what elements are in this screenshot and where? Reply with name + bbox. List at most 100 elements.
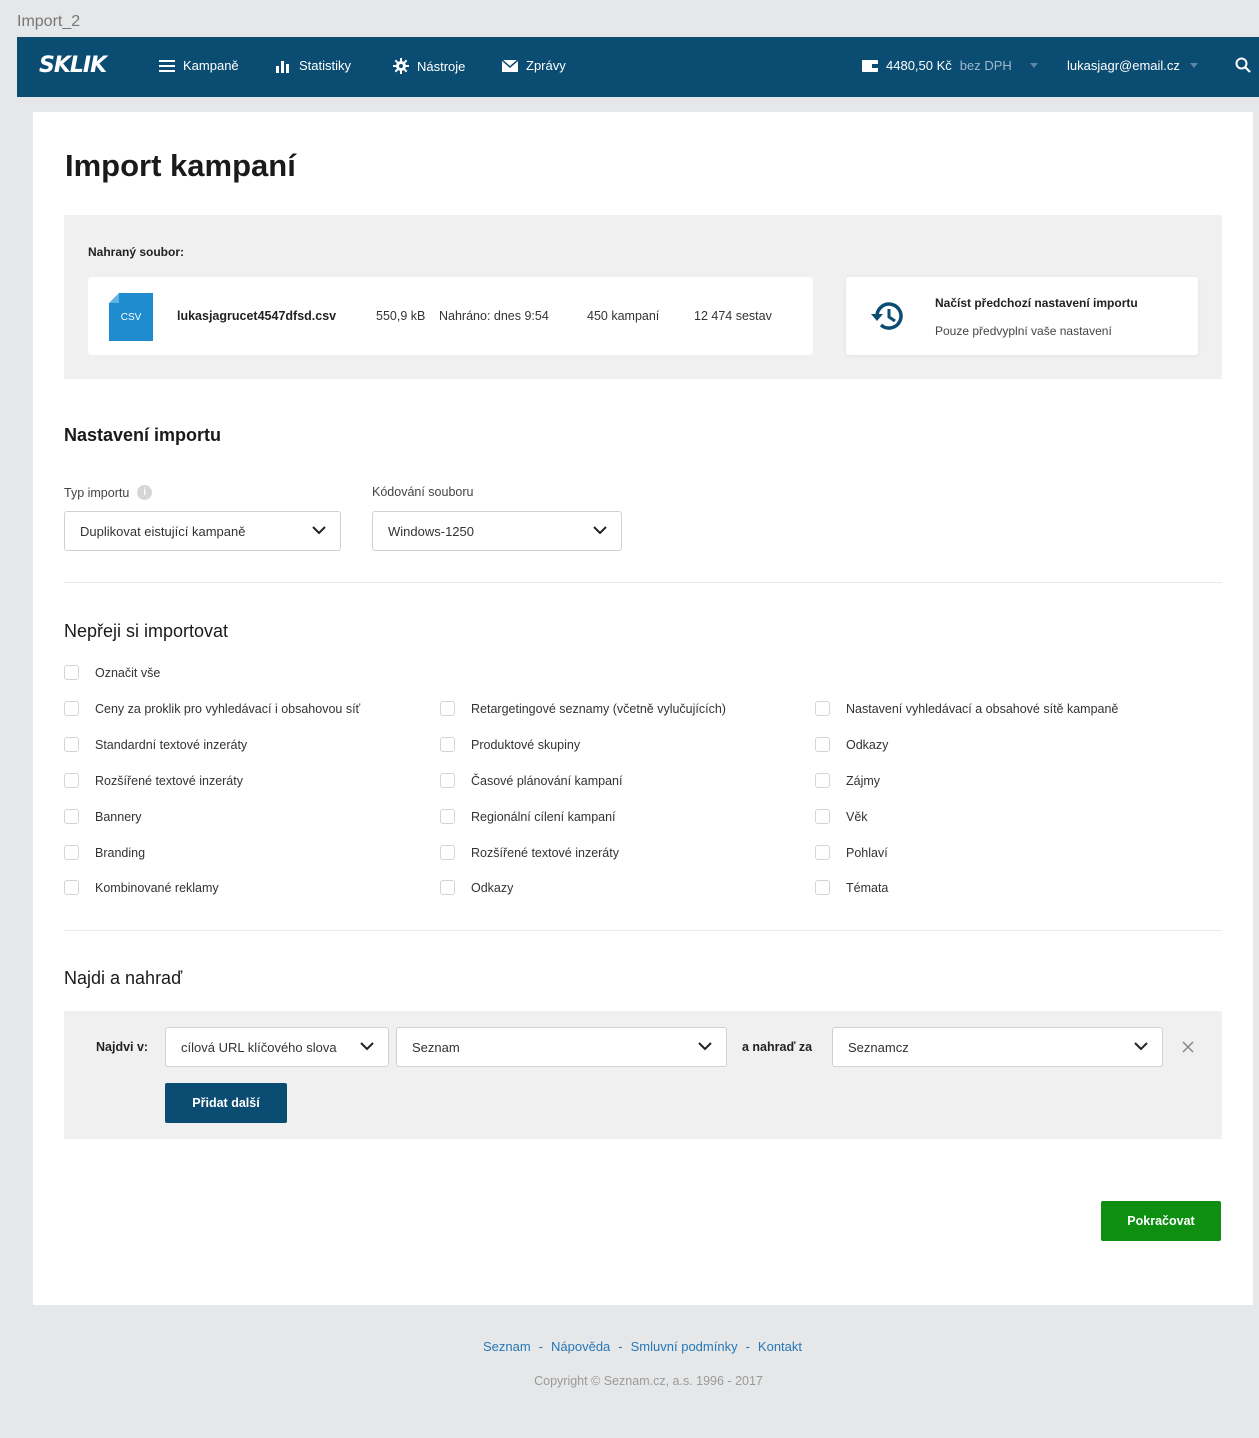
checkbox-item[interactable]: Pohlaví xyxy=(815,845,888,860)
checkbox-label: Branding xyxy=(95,845,146,860)
checkbox-item[interactable]: Odkazy xyxy=(440,880,513,895)
checkbox-item[interactable]: Branding xyxy=(64,845,145,860)
checkbox-item[interactable]: Témata xyxy=(815,880,888,895)
checkbox-item[interactable]: Nastavení vyhledávací a obsahové sítě ka… xyxy=(815,701,1118,716)
search-button[interactable] xyxy=(1235,57,1251,78)
file-type: CSV xyxy=(120,311,142,323)
checkbox-item[interactable]: Věk xyxy=(815,809,868,824)
info-icon[interactable]: i xyxy=(137,485,153,500)
checkbox-item[interactable]: Odkazy xyxy=(815,737,888,752)
nav-item-label: Statistiky xyxy=(299,58,352,73)
envelope-icon xyxy=(502,59,518,72)
encoding-value: Windows-1250 xyxy=(388,523,474,539)
checkbox[interactable] xyxy=(440,845,455,860)
continue-button[interactable]: Pokračovat xyxy=(1101,1201,1221,1241)
select-all-checkbox[interactable]: Označit vše xyxy=(64,665,160,680)
checkbox[interactable] xyxy=(815,773,830,788)
nav-item-zpravy[interactable]: Zprávy xyxy=(502,58,566,73)
checkbox-label: Nastavení vyhledávací a obsahové sítě ka… xyxy=(846,701,1119,716)
checkbox[interactable] xyxy=(64,701,79,716)
sklik-logo[interactable]: SKLIK xyxy=(39,53,107,78)
checkbox[interactable] xyxy=(64,880,79,895)
user-email: lukasjagr@email.cz xyxy=(1067,58,1180,73)
divider xyxy=(64,930,1222,931)
checkbox-item[interactable]: Rozšířené textové inzeráty xyxy=(440,845,619,860)
checkbox[interactable] xyxy=(64,809,79,824)
checkbox-item[interactable]: Ceny za proklik pro vyhledávací i obsaho… xyxy=(64,701,360,716)
chevron-down-icon xyxy=(360,1042,374,1051)
checkbox[interactable] xyxy=(440,809,455,824)
credit-balance[interactable]: 4480,50 Kč bez DPH xyxy=(862,58,1038,73)
checkbox-item[interactable]: Standardní textové inzeráty xyxy=(64,737,247,752)
checkbox-item[interactable]: Rozšířené textové inzeráty xyxy=(64,773,243,788)
restore-title: Načíst předchozí nastavení importu xyxy=(935,296,1138,310)
user-menu[interactable]: lukasjagr@email.cz xyxy=(1067,58,1198,73)
footer-link-napoveda[interactable]: Nápověda xyxy=(551,1339,610,1354)
exclude-heading: Nepřeji si importovat xyxy=(64,621,229,641)
encoding-select[interactable]: Windows-1250 xyxy=(372,511,622,551)
add-more-button[interactable]: Přidat další xyxy=(165,1083,287,1123)
nav-item-label: Nástroje xyxy=(417,58,466,74)
checkbox[interactable] xyxy=(815,737,830,752)
chevron-down-icon xyxy=(593,526,607,535)
footer-link-kontakt[interactable]: Kontakt xyxy=(758,1339,802,1354)
find-value-select[interactable]: Seznam xyxy=(396,1027,727,1067)
checkbox-label: Odkazy xyxy=(471,880,514,895)
checkbox-label: Pohlaví xyxy=(846,845,888,860)
find-in-select[interactable]: cílová URL klíčového slova xyxy=(165,1027,389,1067)
remove-row-button[interactable] xyxy=(1181,1040,1195,1059)
checkbox[interactable] xyxy=(64,845,79,860)
nav-item-kampane[interactable]: Kampaně xyxy=(159,58,239,73)
credit-suffix: bez DPH xyxy=(959,58,1012,73)
checkbox[interactable] xyxy=(440,737,455,752)
checkbox-item[interactable]: Produktové skupiny xyxy=(440,737,580,752)
copyright: Copyright © Seznam.cz, a.s. 1996 - 2017 xyxy=(534,1374,763,1388)
footer-link-seznam[interactable]: Seznam xyxy=(483,1339,531,1354)
checkbox-label: Ceny za proklik pro vyhledávací i obsaho… xyxy=(95,701,361,716)
checkbox-label: Odkazy xyxy=(846,737,889,752)
chevron-down-icon xyxy=(1029,63,1038,68)
checkbox-item[interactable]: Zájmy xyxy=(815,773,880,788)
wallet-icon xyxy=(862,59,878,72)
import-type-select[interactable]: Duplikovat eistující kampaně xyxy=(64,511,341,551)
csv-file-icon: CSV xyxy=(109,293,153,341)
hamburger-icon xyxy=(159,59,175,72)
encoding-label: Kódování souboru xyxy=(372,485,474,499)
checkbox[interactable] xyxy=(64,665,79,680)
nav-item-nastroje[interactable]: Nástroje xyxy=(393,58,465,74)
checkbox[interactable] xyxy=(815,701,830,716)
frame-label: Import_2 xyxy=(17,13,81,30)
checkbox[interactable] xyxy=(440,880,455,895)
checkbox-item[interactable]: Časové plánování kampaní xyxy=(440,773,622,788)
footer-link-smluvni-podminky[interactable]: Smluvní podmínky xyxy=(631,1339,738,1354)
search-icon xyxy=(1235,57,1251,73)
replace-label: a nahraď za xyxy=(742,1040,813,1054)
checkbox-item[interactable]: Retargetingové seznamy (včetně vylučujíc… xyxy=(440,701,726,716)
import-settings-heading: Nastavení importu xyxy=(64,425,222,445)
upload-time: Nahráno: dnes 9:54 xyxy=(439,309,549,323)
replace-value: Seznamcz xyxy=(848,1039,909,1055)
checkbox[interactable] xyxy=(64,773,79,788)
replace-value-select[interactable]: Seznamcz xyxy=(832,1027,1163,1067)
top-navigation-bar: SKLIK Kampaně Statistiky Nástroje Zprávy… xyxy=(17,37,1259,97)
checkbox[interactable] xyxy=(440,773,455,788)
close-icon xyxy=(1182,1041,1194,1053)
checkbox-label: Témata xyxy=(846,880,889,895)
checkbox[interactable] xyxy=(815,809,830,824)
restore-subtitle: Pouze předvyplní vaše nastavení xyxy=(935,324,1112,338)
checkbox-item[interactable]: Bannery xyxy=(64,809,142,824)
load-previous-settings-button[interactable]: Načíst předchozí nastavení importu Pouze… xyxy=(846,277,1198,355)
checkbox[interactable] xyxy=(64,737,79,752)
checkbox-item[interactable]: Regionální cílení kampaní xyxy=(440,809,616,824)
checkbox-label: Standardní textové inzeráty xyxy=(95,737,248,752)
footer-separator: - xyxy=(745,1339,750,1354)
checkbox[interactable] xyxy=(815,880,830,895)
nav-item-statistiky[interactable]: Statistiky xyxy=(275,58,351,73)
chevron-down-icon xyxy=(312,526,326,535)
checkbox[interactable] xyxy=(440,701,455,716)
find-in-label: Najdvi v: xyxy=(96,1040,149,1054)
checkbox[interactable] xyxy=(815,845,830,860)
footer-separator: - xyxy=(618,1339,623,1354)
nav-item-label: Zprávy xyxy=(526,58,566,73)
checkbox-item[interactable]: Kombinované reklamy xyxy=(64,880,219,895)
